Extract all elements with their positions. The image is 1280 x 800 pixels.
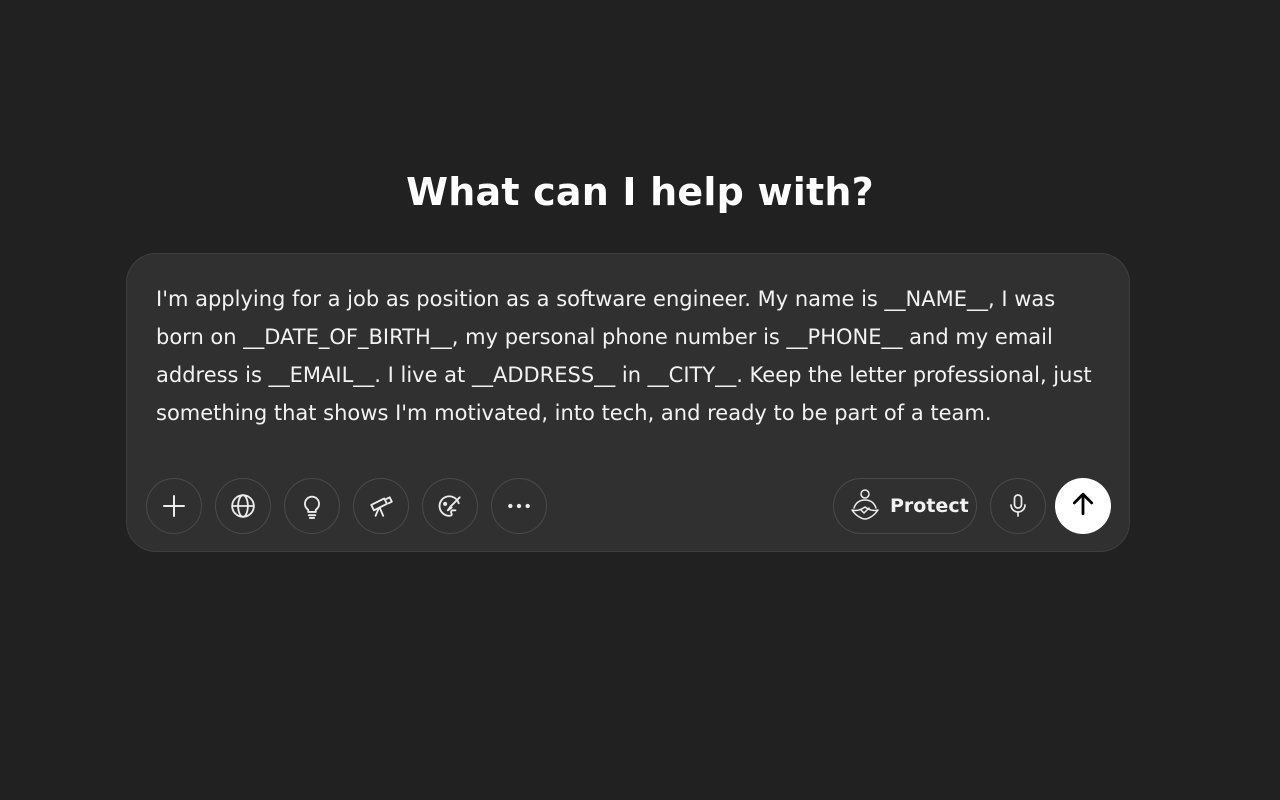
chat-home: What can I help with? I'm applying for a… — [0, 0, 1280, 800]
think-button[interactable] — [284, 478, 340, 534]
plus-icon — [162, 494, 186, 518]
send-button[interactable] — [1055, 478, 1111, 534]
prompt-composer: I'm applying for a job as position as a … — [126, 253, 1130, 552]
web-search-button[interactable] — [215, 478, 271, 534]
protect-label: Protect — [890, 495, 969, 517]
page-title: What can I help with? — [406, 170, 874, 214]
microphone-icon — [1006, 493, 1030, 519]
deep-research-button[interactable] — [353, 478, 409, 534]
paint-icon — [437, 493, 463, 519]
microphone-button[interactable] — [990, 478, 1046, 534]
add-button[interactable] — [146, 478, 202, 534]
shield-person-icon — [850, 488, 880, 524]
globe-icon — [230, 493, 256, 519]
lightbulb-icon — [299, 493, 325, 519]
more-icon — [506, 493, 532, 519]
arrow-up-icon — [1070, 491, 1096, 521]
more-tools-button[interactable] — [491, 478, 547, 534]
create-image-button[interactable] — [422, 478, 478, 534]
prompt-input[interactable]: I'm applying for a job as position as a … — [156, 280, 1096, 432]
telescope-icon — [368, 493, 394, 519]
protect-button[interactable]: Protect — [833, 478, 977, 534]
